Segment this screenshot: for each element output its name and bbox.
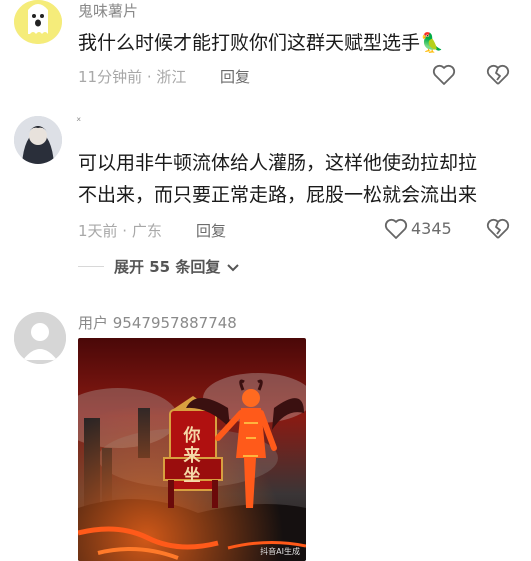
expand-divider <box>78 266 104 267</box>
comment-meta: 1天前 · 广东 <box>78 222 162 240</box>
like-heart-icon[interactable] <box>432 64 456 86</box>
reply-button[interactable]: 回复 <box>220 66 250 87</box>
comment-username[interactable]: 鬼味薯片 <box>78 0 138 21</box>
like-count: 4345 <box>411 219 452 238</box>
comment-username[interactable]: 用户 9547957887748 <box>78 312 237 333</box>
comment-meta: 11分钟前 · 浙江 <box>78 68 187 86</box>
dislike-broken-heart-icon[interactable] <box>486 218 510 240</box>
comment-text: 我什么时候才能打败你们这群天赋型选手🦜 <box>78 32 444 54</box>
throne-caption: 你来坐 <box>183 426 201 486</box>
ai-watermark: 抖音AI生成 <box>260 547 300 556</box>
avatar[interactable] <box>14 116 62 164</box>
like-heart-icon[interactable] <box>384 218 408 240</box>
comment-text-line2: 不出来，而只要正常走路，屁股一松就会流出来 <box>78 184 478 206</box>
reply-button[interactable]: 回复 <box>196 220 226 241</box>
chevron-down-icon <box>226 259 240 277</box>
default-user-icon <box>14 312 66 364</box>
comment-username[interactable]: ˣ <box>76 114 81 128</box>
comment-image[interactable]: 你来坐 抖音AI生成 <box>78 338 306 561</box>
expand-replies-button[interactable]: 展开 55 条回复 <box>114 256 240 277</box>
avatar[interactable] <box>14 312 66 364</box>
ghost-avatar-icon <box>14 0 62 44</box>
avatar[interactable] <box>14 0 62 44</box>
dislike-broken-heart-icon[interactable] <box>486 64 510 86</box>
user-photo-avatar <box>14 116 62 164</box>
expand-replies-label: 展开 55 条回复 <box>114 258 221 276</box>
comment-text-line1: 可以用非牛顿流体给人灌肠，这样他使劲拉却拉 <box>78 152 478 174</box>
